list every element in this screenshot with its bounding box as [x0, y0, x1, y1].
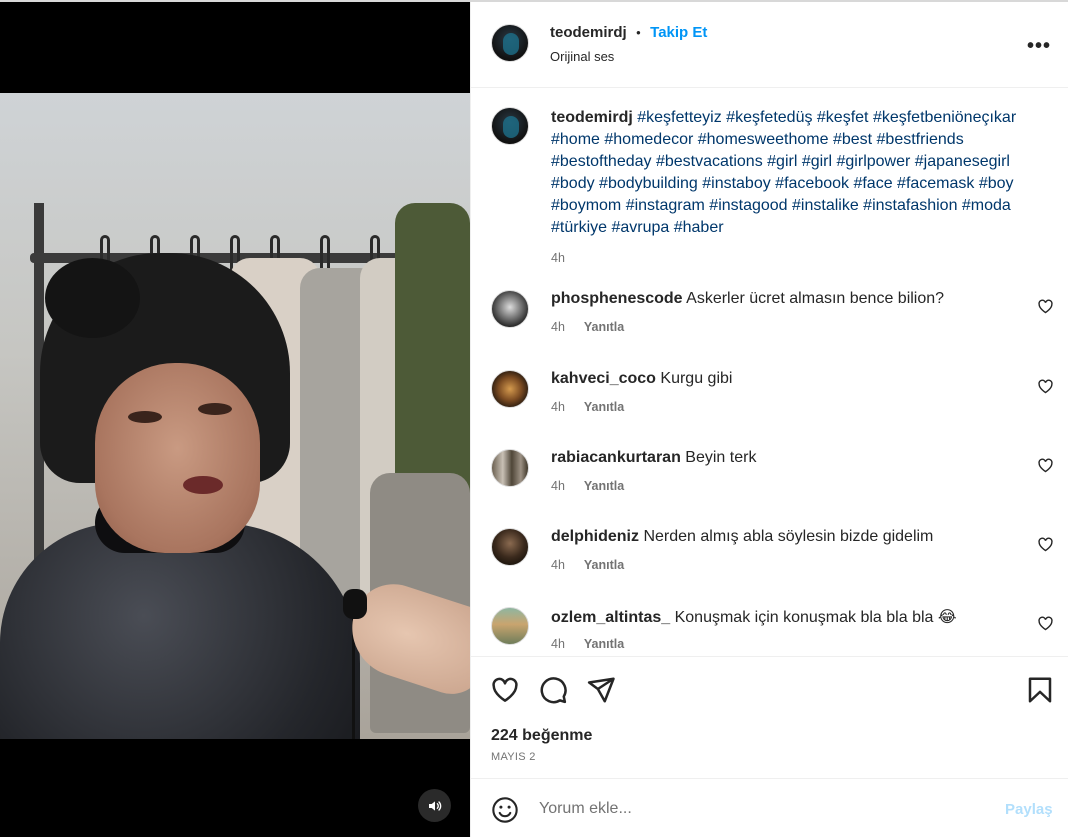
comment-row: phosphenescode Askerler ücret almasın be…	[471, 290, 1068, 350]
reply-button[interactable]: Yanıtla	[584, 479, 624, 493]
caption: teodemirdj #keşfetteyiz #keşfetedüş #keş…	[551, 107, 1051, 269]
reply-button[interactable]: Yanıtla	[584, 558, 624, 572]
comment-username[interactable]: delphideniz	[551, 528, 639, 545]
comment-row: kahveci_coco Kurgu gibi 4h Yanıtla	[471, 370, 1068, 430]
comment-like-icon[interactable]	[1037, 378, 1054, 395]
comment-like-icon[interactable]	[1037, 536, 1054, 553]
instagram-post-modal: teodemirdj • Takip Et Orijinal ses ••• t…	[0, 0, 1068, 837]
follow-button[interactable]: Takip Et	[650, 24, 707, 41]
commenter-avatar[interactable]	[491, 370, 529, 408]
comment-input[interactable]	[539, 796, 979, 822]
post-comment-button[interactable]: Paylaş	[1005, 801, 1053, 818]
comment-like-icon[interactable]	[1037, 457, 1054, 474]
mouth	[183, 476, 223, 494]
comment-time: 4h	[551, 637, 565, 651]
commenter-avatar[interactable]	[491, 528, 529, 566]
comment-composer: Paylaş	[471, 778, 1068, 837]
comment-icon[interactable]	[538, 675, 568, 705]
comment-time: 4h	[551, 400, 565, 414]
comment-username[interactable]: kahveci_coco	[551, 370, 656, 387]
leather-jacket	[0, 523, 360, 739]
reply-button[interactable]: Yanıtla	[584, 637, 624, 651]
author-avatar[interactable]	[491, 24, 529, 62]
face	[95, 363, 260, 553]
comment-text: kahveci_coco Kurgu gibi	[551, 370, 732, 388]
comment-text: rabiacankurtaran Beyin terk	[551, 449, 756, 467]
comment-meta: 4h Yanıtla	[551, 479, 624, 493]
comment-time: 4h	[551, 558, 565, 572]
post-actions: 224 beğenme MAYIS 2	[471, 656, 1068, 778]
caption-hashtags[interactable]: #keşfetteyiz #keşfetedüş #keşfet #keşfet…	[551, 109, 1016, 236]
comment-time: 4h	[551, 479, 565, 493]
comment-row: delphideniz Nerden almış abla söylesin b…	[471, 528, 1068, 588]
reply-button[interactable]: Yanıtla	[584, 320, 624, 334]
comment-body: Nerden almış abla söylesin bizde gidelim	[643, 528, 934, 545]
commenter-avatar[interactable]	[491, 449, 529, 487]
emoji-icon[interactable]	[491, 796, 519, 824]
comment-body: Beyin terk	[685, 449, 757, 466]
media-panel	[0, 0, 470, 837]
commenter-avatar[interactable]	[491, 607, 529, 645]
comment-meta: 4h Yanıtla	[551, 400, 624, 414]
eye	[128, 411, 162, 423]
comment-text: phosphenescode Askerler ücret almasın be…	[551, 290, 944, 308]
more-options-icon[interactable]: •••	[1027, 35, 1051, 58]
post-date[interactable]: MAYIS 2	[491, 751, 536, 763]
comment-like-icon[interactable]	[1037, 615, 1054, 632]
comments-list[interactable]: teodemirdj #keşfetteyiz #keşfetedüş #keş…	[471, 88, 1068, 656]
comment-meta: 4h Yanıtla	[551, 637, 624, 651]
post-header: teodemirdj • Takip Et Orijinal ses •••	[471, 2, 1068, 88]
caption-username[interactable]: teodemirdj	[551, 109, 633, 126]
commenter-avatar[interactable]	[491, 290, 529, 328]
paper-plane-icon[interactable]	[586, 675, 616, 705]
comment-meta: 4h Yanıtla	[551, 558, 624, 572]
hair-bun	[45, 258, 140, 338]
audio-label[interactable]: Orijinal ses	[550, 49, 614, 64]
like-count[interactable]: 224 beğenme	[491, 727, 592, 745]
post-video[interactable]	[0, 93, 470, 739]
comment-text: ozlem_altintas_ Konuşmak için konuşmak b…	[551, 607, 957, 627]
comment-username[interactable]: rabiacankurtaran	[551, 449, 681, 466]
speaker-icon	[428, 800, 441, 811]
caption-avatar[interactable]	[491, 107, 529, 145]
comment-row: rabiacankurtaran Beyin terk 4h Yanıtla	[471, 449, 1068, 509]
comment-body: Konuşmak için konuşmak bla bla bla 😂	[674, 609, 957, 626]
comment-body: Kurgu gibi	[660, 370, 733, 387]
author-line: teodemirdj • Takip Et	[550, 24, 707, 42]
comment-time: 4h	[551, 320, 565, 334]
comment-like-icon[interactable]	[1037, 298, 1054, 315]
sound-toggle-button[interactable]	[418, 789, 451, 822]
post-details-panel: teodemirdj • Takip Et Orijinal ses ••• t…	[470, 2, 1068, 837]
comment-text: delphideniz Nerden almış abla söylesin b…	[551, 528, 933, 546]
separator-dot: •	[636, 25, 641, 40]
author-username[interactable]: teodemirdj	[550, 24, 627, 41]
eye	[198, 403, 232, 415]
caption-time: 4h	[551, 251, 565, 265]
top-divider	[0, 0, 1068, 2]
bookmark-icon[interactable]	[1025, 675, 1055, 705]
comment-body: Askerler ücret almasın bence bilion?	[686, 290, 945, 307]
comment-row: ozlem_altintas_ Konuşmak için konuşmak b…	[471, 607, 1068, 656]
comment-meta: 4h Yanıtla	[551, 320, 624, 334]
reply-button[interactable]: Yanıtla	[584, 400, 624, 414]
heart-icon[interactable]	[490, 675, 520, 705]
comment-username[interactable]: ozlem_altintas_	[551, 609, 670, 626]
comment-username[interactable]: phosphenescode	[551, 290, 683, 307]
microphone	[343, 589, 367, 619]
